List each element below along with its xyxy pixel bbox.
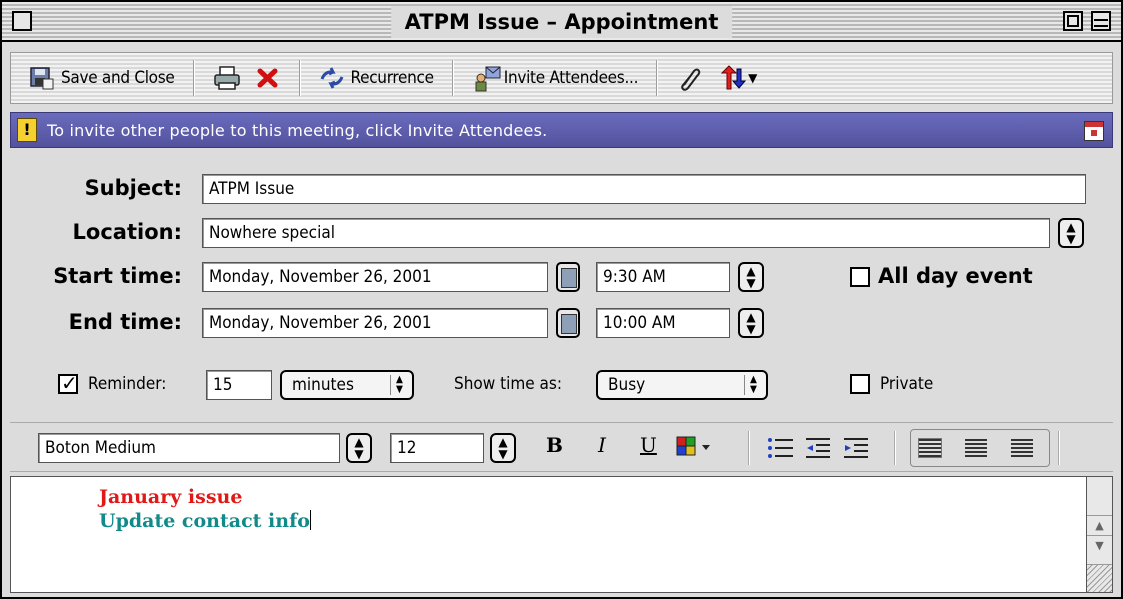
recurrence-button[interactable]: Recurrence <box>311 58 442 98</box>
start-time-stepper[interactable]: ▲ ▼ <box>738 262 764 292</box>
private-label: Private <box>880 374 934 394</box>
toolbar-separator <box>451 60 454 96</box>
format-separator <box>748 431 750 465</box>
location-dropdown-button[interactable]: ▲ ▼ <box>1058 218 1084 248</box>
decrease-indent-button[interactable] <box>804 435 832 465</box>
subject-field[interactable]: ATPM Issue <box>202 174 1086 204</box>
close-box-button[interactable] <box>12 11 32 31</box>
color-grid-icon <box>676 436 710 456</box>
delete-x-icon <box>255 65 281 91</box>
location-field[interactable]: Nowhere special <box>202 218 1050 248</box>
increase-indent-icon <box>844 438 868 458</box>
scroll-up-arrow-icon[interactable]: ▲ <box>1087 515 1112 535</box>
font-name-field[interactable]: Boton Medium <box>38 433 340 463</box>
decrease-indent-icon <box>806 438 830 458</box>
resize-grip-icon[interactable] <box>1087 564 1112 592</box>
location-label: Location: <box>72 220 182 244</box>
chevron-down-icon: ▼ <box>748 71 758 85</box>
delete-button[interactable] <box>247 58 289 98</box>
updown-arrows-icon: ▲ ▼ <box>390 375 408 395</box>
all-day-event-checkbox[interactable] <box>850 267 870 287</box>
body-line-1: January issue <box>99 486 243 508</box>
updown-arrows-icon: ▲ ▼ <box>744 375 762 395</box>
priority-arrows-icon <box>718 65 747 91</box>
zoom-box-button[interactable] <box>1063 11 1083 31</box>
toolbar-separator <box>192 60 195 96</box>
align-left-icon[interactable] <box>918 438 942 458</box>
align-center-icon[interactable] <box>965 439 987 457</box>
reminder-unit-popup[interactable]: minutes ▲ ▼ <box>280 370 414 400</box>
show-time-as-popup[interactable]: Busy ▲ ▼ <box>596 370 768 400</box>
body-line-2-row: Update contact info <box>99 509 1086 533</box>
info-bar: ! To invite other people to this meeting… <box>10 112 1113 148</box>
end-date-calendar-button[interactable] <box>556 308 580 338</box>
format-separator <box>1058 431 1060 465</box>
show-time-as-label: Show time as: <box>454 374 563 394</box>
show-time-as-value: Busy <box>608 375 646 395</box>
paperclip-icon <box>676 65 702 91</box>
info-message: To invite other people to this meeting, … <box>47 120 548 140</box>
invite-attendees-label: Invite Attendees... <box>503 68 639 88</box>
toolbar-separator <box>656 60 659 96</box>
reminder-unit-value: minutes <box>292 375 354 395</box>
end-time-field[interactable]: 10:00 AM <box>596 308 730 338</box>
private-checkbox[interactable] <box>850 374 870 394</box>
font-size-dropdown[interactable]: ▲ ▼ <box>490 433 516 463</box>
bullet-list-button[interactable] <box>766 435 794 465</box>
invite-people-icon <box>472 65 501 92</box>
end-date-field[interactable]: Monday, November 26, 2001 <box>202 308 548 338</box>
align-right-icon[interactable] <box>1011 439 1033 457</box>
calendar-icon[interactable] <box>1084 121 1104 141</box>
bold-button[interactable]: B <box>546 433 563 457</box>
format-separator <box>894 431 896 465</box>
formatting-toolbar: Boton Medium ▲ ▼ 12 ▲ ▼ B I U <box>10 422 1113 472</box>
underline-button[interactable]: U <box>640 433 657 457</box>
priority-button[interactable]: ▼ <box>710 58 765 98</box>
save-and-close-button[interactable]: Save and Close <box>21 58 183 98</box>
start-date-field[interactable]: Monday, November 26, 2001 <box>202 262 548 292</box>
end-time-stepper[interactable]: ▲ ▼ <box>738 308 764 338</box>
appointment-window: ATPM Issue – Appointment Save and Close <box>0 0 1123 599</box>
window-title: ATPM Issue – Appointment <box>390 6 733 38</box>
all-day-event-label: All day event <box>878 264 1033 288</box>
reminder-value-field[interactable]: 15 <box>206 370 272 400</box>
text-caret <box>309 510 311 530</box>
body-line-2: Update contact info <box>99 510 310 532</box>
italic-button[interactable]: I <box>598 433 606 457</box>
recurrence-label: Recurrence <box>350 68 435 88</box>
font-name-dropdown[interactable]: ▲ ▼ <box>346 433 372 463</box>
alignment-group <box>910 429 1050 467</box>
info-icon: ! <box>17 118 37 142</box>
end-time-label: End time: <box>68 310 182 334</box>
collapse-box-button[interactable] <box>1091 11 1111 31</box>
save-disk-icon <box>29 65 55 91</box>
start-time-field[interactable]: 9:30 AM <box>596 262 730 292</box>
attach-button[interactable] <box>668 58 710 98</box>
notes-editor[interactable]: January issue Update contact info <box>10 476 1087 593</box>
invite-attendees-button[interactable]: Invite Attendees... <box>464 58 646 98</box>
notes-scrollbar[interactable]: ▲ ▼ <box>1087 476 1113 593</box>
toolbar-separator <box>298 60 301 96</box>
print-button[interactable] <box>205 58 247 98</box>
font-size-field[interactable]: 12 <box>390 433 484 463</box>
reminder-label: Reminder: <box>88 374 167 394</box>
reminder-checkbox[interactable] <box>58 371 78 395</box>
scroll-down-arrow-icon[interactable]: ▼ <box>1087 535 1112 555</box>
start-date-calendar-button[interactable] <box>556 262 580 292</box>
start-time-label: Start time: <box>53 264 182 288</box>
text-color-button[interactable] <box>676 435 716 465</box>
save-and-close-label: Save and Close <box>61 68 175 88</box>
toolbar: Save and Close Recurrence Invite Attende… <box>10 52 1113 104</box>
recurrence-arrows-icon <box>319 65 345 91</box>
increase-indent-button[interactable] <box>842 435 870 465</box>
subject-label: Subject: <box>84 176 182 200</box>
bullet-list-icon <box>768 438 793 458</box>
printer-icon <box>213 65 240 91</box>
title-bar[interactable]: ATPM Issue – Appointment <box>2 2 1121 42</box>
